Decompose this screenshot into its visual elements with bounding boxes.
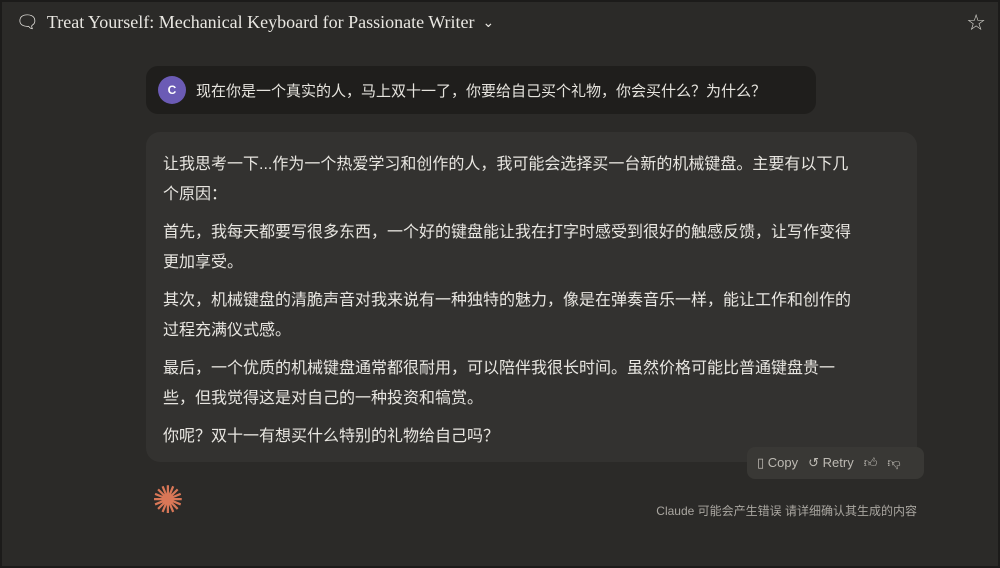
chevron-down-icon: ⌄ (482, 14, 495, 31)
message-actions: ▯ Copy ↺ Retry 👍︎ 👎︎ (747, 447, 924, 479)
thumbs-up-icon[interactable]: 👍︎ (864, 455, 878, 471)
assistant-response: 让我思考一下...作为一个热爱学习和创作的人，我可能会选择买一台新的机械键盘。主… (146, 132, 917, 462)
conversation-title[interactable]: 🗨 Treat Yourself: Mechanical Keyboard fo… (16, 12, 494, 33)
chat-bubbles-icon: 🗨 (16, 12, 39, 32)
retry-icon: ↺ (808, 455, 820, 470)
thumbs-down-icon[interactable]: 👎︎ (887, 455, 900, 471)
title-text: Treat Yourself: Mechanical Keyboard for … (46, 12, 475, 32)
user-message: C 现在你是一个真实的人，马上双十一了，你要给自己买个礼物，你会买什么？为什么？ (146, 66, 816, 114)
retry-label: Retry (822, 455, 854, 470)
retry-button[interactable]: ↺ Retry (808, 455, 854, 471)
response-paragraph: 让我思考一下...作为一个热爱学习和创作的人，我可能会选择买一台新的机械键盘。主… (163, 156, 849, 203)
claude-logo-icon: ✺ (152, 480, 184, 522)
response-paragraph: 首先，我每天都要写很多东西，一个好的键盘能让我在打字时感受到很好的触感反馈，让写… (163, 224, 852, 271)
copy-button[interactable]: ▯ Copy (757, 455, 798, 471)
clipboard-icon: ▯ (757, 455, 765, 470)
response-paragraph: 最后，一个优质的机械键盘通常都很耐用，可以陪伴我很长时间。虽然价格可能比普通键盘… (163, 360, 836, 407)
avatar: C (158, 76, 186, 104)
response-paragraph: 其次，机械键盘的清脆声音对我来说有一种独特的魅力，像是在弹奏音乐一样，能让工作和… (163, 292, 852, 339)
star-icon[interactable]: ☆ (966, 10, 986, 36)
disclaimer: Claude 可能会产生错误 请详细确认其生成的内容 (656, 504, 917, 518)
user-message-text: 现在你是一个真实的人，马上双十一了，你要给自己买个礼物，你会买什么？为什么？ (196, 82, 767, 100)
copy-label: Copy (767, 455, 799, 470)
